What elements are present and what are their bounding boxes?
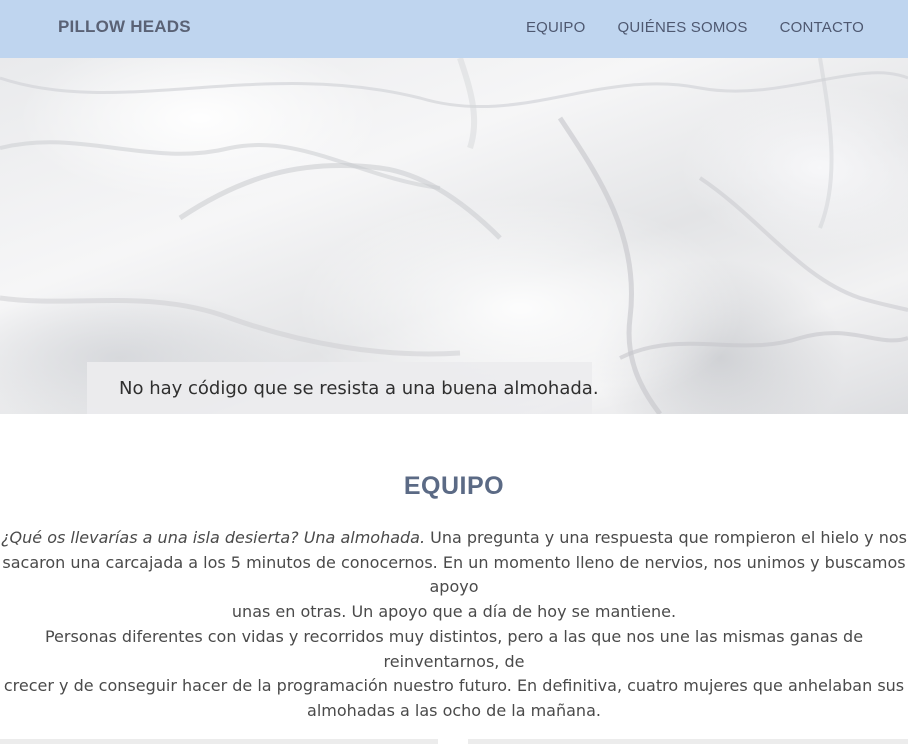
nav-link-contacto[interactable]: CONTACTO <box>780 19 864 36</box>
hero-caption-box: No hay código que se resista a una buena… <box>87 362 599 414</box>
hero-image: No hay código que se resista a una buena… <box>0 58 908 414</box>
nav-link-quienes-somos[interactable]: QUIÉNES SOMOS <box>617 19 747 36</box>
team-intro-rest: Una pregunta y una respuesta que rompier… <box>425 528 907 547</box>
team-paragraph-1-line-1: ¿Qué os llevarías a una isla desierta? U… <box>0 526 908 551</box>
team-intro-question: ¿Qué os llevarías a una isla desierta? U… <box>1 528 426 547</box>
team-paragraph-1-line-3: unas en otras. Un apoyo que a día de hoy… <box>231 601 677 621</box>
section-title-equipo: EQUIPO <box>403 472 505 500</box>
bedsheet-illustration <box>0 58 908 414</box>
hero-caption: No hay código que se resista a una buena… <box>119 378 599 399</box>
team-paragraph-1-line-2: sacaron una carcajada a los 5 minutos de… <box>2 552 906 597</box>
nav-link-equipo[interactable]: EQUIPO <box>526 19 586 36</box>
team-paragraph-1: ¿Qué os llevarías a una isla desierta? U… <box>0 526 908 624</box>
brand-logo-link[interactable]: PILLOW HEADS <box>58 17 191 37</box>
team-paragraph-2: Personas diferentes con vidas y recorrid… <box>0 625 908 723</box>
team-paragraph-2-line-2: crecer y de conseguir hacer de la progra… <box>3 676 905 695</box>
team-paragraph-2-line-1: Personas diferentes con vidas y recorrid… <box>44 627 864 671</box>
card-edge-right <box>468 739 908 744</box>
team-paragraph-2-line-3: almohadas a las ocho de la mañana. <box>307 700 601 720</box>
navbar: PILLOW HEADS EQUIPO QUIÉNES SOMOS CONTAC… <box>0 0 908 58</box>
card-edge-left <box>0 739 438 744</box>
nav-links: EQUIPO QUIÉNES SOMOS CONTACTO <box>526 19 864 36</box>
